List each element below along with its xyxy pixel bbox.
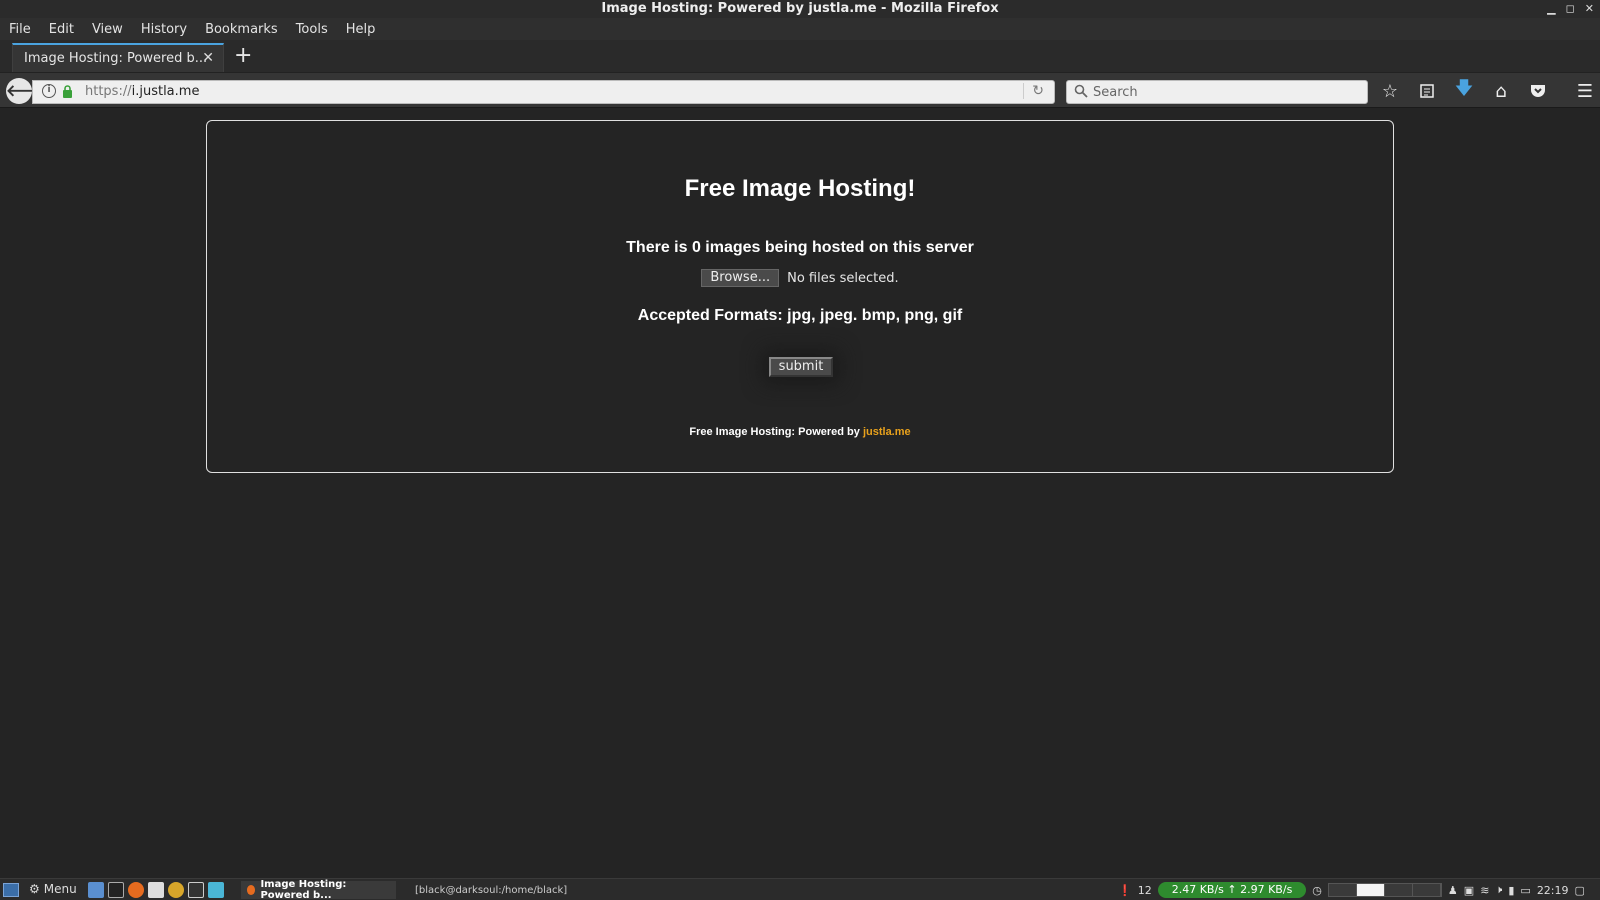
menu-tools[interactable]: Tools (296, 22, 328, 37)
minimize-icon[interactable]: ▁ (1547, 0, 1555, 18)
network-speed[interactable]: 2.47 KB/s ↑ 2.97 KB/s (1157, 882, 1307, 898)
battery-icon[interactable]: ▮ (1508, 884, 1514, 897)
workspace-3[interactable] (1384, 884, 1413, 896)
taskbar: ⚙ Menu Image Hosting: Powered b... [blac… (0, 878, 1600, 900)
text-editor-icon[interactable] (148, 882, 164, 898)
navigation-bar: 🡐 i https://i.justla.me ↻ ☆ 🡇 ⌂ ☰ (0, 72, 1600, 108)
upload-panel: Free Image Hosting! There is 0 images be… (206, 120, 1394, 473)
workspace-2[interactable] (1356, 884, 1385, 896)
search-icon (1074, 84, 1088, 98)
menu-help[interactable]: Help (346, 22, 376, 37)
close-window-icon[interactable]: ✕ (1585, 0, 1594, 18)
menu-view[interactable]: View (92, 22, 123, 37)
start-menu-button[interactable]: ⚙ Menu (29, 882, 77, 896)
search-input[interactable] (1093, 83, 1353, 101)
taskbar-task-terminal[interactable]: [black@darksoul:/home/black] (404, 881, 567, 899)
hosted-count-text: There is 0 images being hosted on this s… (626, 239, 974, 256)
downloads-icon[interactable]: 🡇 (1452, 78, 1476, 103)
desktop-icon[interactable] (3, 883, 19, 897)
window-title-bar: Image Hosting: Powered by justla.me - Mo… (0, 0, 1600, 18)
url-bar[interactable]: i https://i.justla.me ↻ (32, 80, 1055, 104)
tab-strip: Image Hosting: Powered b... ✕ + (0, 40, 1600, 72)
url-host: i.justla.me (131, 84, 200, 99)
display-icon[interactable]: ▣ (1464, 884, 1474, 897)
page-title: Free Image Hosting! (684, 175, 916, 202)
firefox-icon[interactable] (128, 882, 144, 898)
update-icon[interactable]: ❗ (1118, 884, 1132, 897)
menu-file[interactable]: File (9, 22, 31, 37)
tab-image-hosting[interactable]: Image Hosting: Powered b... ✕ (12, 43, 224, 72)
gear-icon: ⚙ (29, 882, 40, 896)
search-bar[interactable] (1066, 80, 1368, 104)
footer-text: Free Image Hosting: Powered by (689, 426, 863, 438)
workspace-switcher[interactable] (1327, 883, 1442, 897)
browse-button[interactable]: Browse... (701, 269, 780, 287)
window-controls: ▁ ◻ ✕ (1547, 0, 1594, 18)
menu-history[interactable]: History (141, 22, 187, 37)
menu-bar: File Edit View History Bookmarks Tools H… (0, 18, 1600, 40)
system-tray: ❗ 12 2.47 KB/s ↑ 2.97 KB/s ◷ ♟ ▣ ≋ 🕨 ▮ ▭… (1118, 882, 1585, 898)
menu-bookmarks[interactable]: Bookmarks (205, 22, 278, 37)
start-menu-label: Menu (43, 882, 77, 896)
task-label: [black@darksoul:/home/black] (415, 884, 568, 896)
back-button[interactable]: 🡐 (6, 78, 49, 104)
clock-time[interactable]: 22:19 (1537, 884, 1569, 897)
wifi-icon[interactable]: ≋ (1480, 884, 1489, 897)
user-icon[interactable]: ♟ (1448, 884, 1458, 897)
notifications-icon[interactable]: ▢ (1575, 884, 1585, 897)
tab-close-icon[interactable]: ✕ (202, 50, 214, 66)
net-down: 2.47 KB/s (1171, 883, 1224, 896)
url-scheme: https:// (85, 84, 132, 99)
footer: Free Image Hosting: Powered by justla.me (207, 426, 1393, 438)
info-icon[interactable]: i (42, 84, 56, 98)
net-up: 2.97 KB/s (1240, 883, 1293, 896)
volume-icon[interactable]: 🕨 (1495, 883, 1502, 897)
chrome-icon[interactable] (168, 882, 184, 898)
taskbar-task-firefox[interactable]: Image Hosting: Powered b... (241, 879, 396, 900)
quick-launch (88, 882, 224, 898)
window-title: Image Hosting: Powered by justla.me - Mo… (601, 1, 999, 16)
terminal-icon[interactable] (108, 882, 124, 898)
reading-list-icon[interactable] (1415, 79, 1439, 103)
clock-icon[interactable]: ◷ (1312, 884, 1322, 897)
workspace-4[interactable] (1412, 884, 1441, 896)
toolbar-icons: ☆ 🡇 ⌂ ☰ (1378, 78, 1600, 103)
terminal-2-icon[interactable] (188, 882, 204, 898)
update-count: 12 (1137, 883, 1152, 897)
submit-button[interactable]: submit (769, 357, 833, 377)
pocket-icon[interactable] (1526, 79, 1550, 103)
workspace-1[interactable] (1328, 884, 1357, 896)
file-picker: Browse... No files selected. (207, 269, 1393, 287)
home-icon[interactable]: ⌂ (1489, 79, 1513, 103)
task-label: Image Hosting: Powered b... (260, 879, 347, 900)
tab-label: Image Hosting: Powered b... (24, 51, 208, 66)
firefox-task-icon (247, 885, 256, 895)
maximize-icon[interactable]: ◻ (1566, 0, 1575, 18)
footer-link[interactable]: justla.me (863, 426, 911, 438)
lock-icon[interactable] (62, 85, 73, 98)
bookmark-star-icon[interactable]: ☆ (1378, 79, 1402, 103)
hamburger-menu-icon[interactable]: ☰ (1573, 79, 1597, 103)
url-text[interactable]: https://i.justla.me (85, 84, 199, 99)
menu-edit[interactable]: Edit (49, 22, 74, 37)
file-manager-icon[interactable] (88, 882, 104, 898)
new-tab-icon[interactable]: + (234, 44, 252, 68)
screen-icon[interactable]: ▭ (1520, 884, 1530, 897)
file-status: No files selected. (787, 270, 899, 286)
accepted-formats-text: Accepted Formats: jpg, jpeg. bmp, png, g… (637, 307, 963, 324)
mail-icon[interactable] (208, 882, 224, 898)
reload-icon[interactable]: ↻ (1023, 83, 1044, 99)
